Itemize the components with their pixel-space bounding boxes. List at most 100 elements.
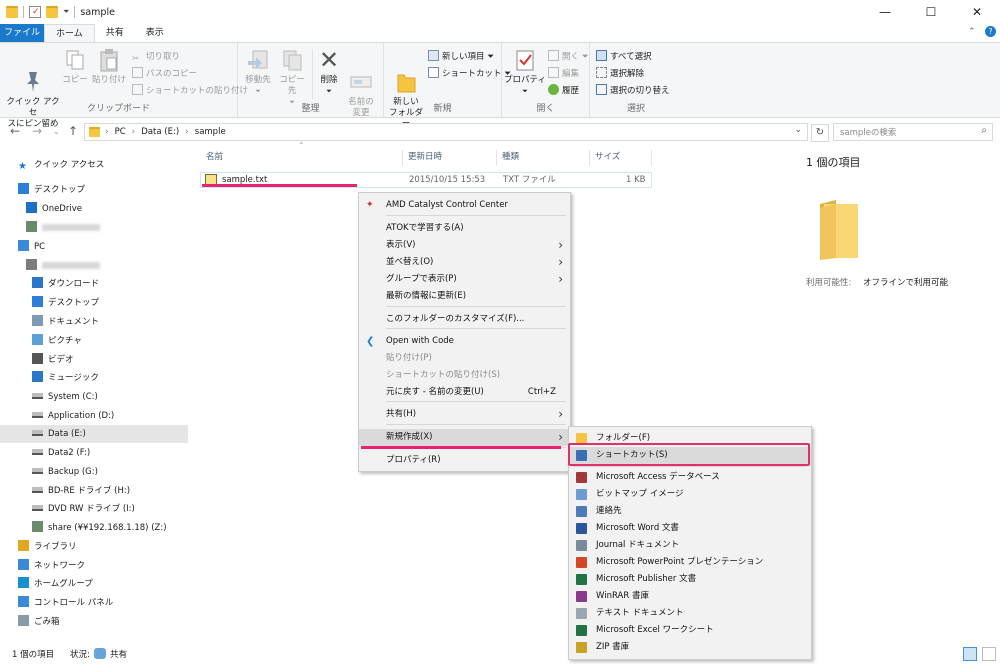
copy-path-button[interactable]: パスのコピー bbox=[132, 66, 197, 82]
large-icons-view-icon[interactable] bbox=[982, 647, 996, 661]
invert-selection-button[interactable]: 選択の切り替え bbox=[596, 83, 670, 99]
address-bar[interactable]: › PC › Data (E:) › sample ⌄ bbox=[84, 123, 808, 141]
submenu-item[interactable]: Microsoft Word 文書 bbox=[569, 520, 811, 537]
nav-item[interactable]: OneDrive bbox=[26, 200, 82, 218]
submenu-item[interactable]: WinRAR 書庫 bbox=[569, 588, 811, 605]
submenu-item[interactable]: Microsoft Publisher 文書 bbox=[569, 571, 811, 588]
context-menu-item[interactable]: グループで表示(P) › bbox=[359, 271, 570, 288]
context-menu-item[interactable]: 最新の情報に更新(E) bbox=[359, 288, 570, 305]
nav-item[interactable]: ビデオ bbox=[32, 351, 74, 369]
nav-item[interactable]: ダウンロード bbox=[32, 275, 99, 293]
nav-item[interactable]: デスクトップ bbox=[18, 181, 85, 199]
breadcrumb-data-e[interactable]: Data (E:) bbox=[141, 127, 179, 137]
select-all-button[interactable]: すべて選択 bbox=[596, 49, 652, 65]
submenu-item[interactable]: Microsoft Excel ワークシート bbox=[569, 622, 811, 639]
address-dropdown-icon[interactable]: ⌄ bbox=[794, 125, 802, 135]
column-size[interactable]: サイズ bbox=[595, 148, 620, 166]
context-menu-item[interactable]: ATOKで学習する(A) bbox=[359, 220, 570, 237]
nav-item[interactable]: ミュージック bbox=[32, 369, 99, 387]
properties-check-icon[interactable]: ✓ bbox=[29, 6, 41, 18]
recent-dropdown-icon[interactable]: ⌄ bbox=[53, 127, 60, 136]
copy-button[interactable]: コピー bbox=[62, 47, 88, 86]
properties-button[interactable]: プロパティ ⏷ bbox=[504, 47, 546, 97]
nav-item[interactable]: Backup (G:) bbox=[32, 463, 98, 481]
amd-icon: ✦ bbox=[366, 200, 374, 210]
nav-item[interactable]: コントロール パネル bbox=[18, 594, 113, 612]
help-icon[interactable]: ? bbox=[985, 26, 996, 37]
nav-item[interactable]: Data (E:) bbox=[0, 425, 188, 443]
search-icon[interactable]: ⌕ bbox=[981, 125, 987, 136]
search-box[interactable]: sampleの検索 ⌕ bbox=[833, 123, 993, 141]
context-menu-item[interactable]: このフォルダーのカスタマイズ(F)... bbox=[359, 311, 570, 328]
nav-item[interactable]: Application (D:) bbox=[32, 407, 114, 425]
select-none-button[interactable]: 選択解除 bbox=[596, 66, 644, 82]
submenu-item[interactable]: Journal ドキュメント bbox=[569, 537, 811, 554]
nav-item[interactable]: ごみ箱 bbox=[18, 613, 60, 631]
nav-item[interactable] bbox=[26, 219, 100, 237]
context-menu-item[interactable]: 貼り付け(P) bbox=[359, 350, 570, 367]
column-type[interactable]: 種類 bbox=[502, 148, 519, 166]
context-menu-item[interactable]: 元に戻す - 名前の変更(U) Ctrl+Z bbox=[359, 384, 570, 401]
cut-button[interactable]: ✂ 切り取り bbox=[132, 49, 180, 65]
details-view-icon[interactable] bbox=[963, 647, 977, 661]
submenu-item[interactable]: Microsoft PowerPoint プレゼンテーション bbox=[569, 554, 811, 571]
chevron-up-icon[interactable]: ⌃ bbox=[968, 27, 976, 37]
context-menu-item[interactable]: 新規作成(X) › bbox=[359, 429, 570, 446]
nav-item[interactable]: ネットワーク bbox=[18, 557, 85, 575]
breadcrumb-sample[interactable]: sample bbox=[195, 127, 226, 137]
nav-item[interactable]: Data2 (F:) bbox=[32, 444, 90, 462]
submenu-item[interactable]: Microsoft Access データベース bbox=[569, 469, 811, 486]
context-menu-item[interactable]: 共有(H) › bbox=[359, 406, 570, 423]
delete-button[interactable]: ✕ 削除 ⏷ bbox=[316, 47, 342, 97]
history-button[interactable]: 履歴 bbox=[548, 83, 579, 99]
nav-item[interactable]: デスクトップ bbox=[32, 294, 99, 312]
refresh-icon[interactable]: ↻ bbox=[811, 124, 829, 142]
tab-file[interactable]: ファイル bbox=[0, 24, 44, 42]
submenu-item[interactable]: 連絡先 bbox=[569, 503, 811, 520]
nav-item[interactable]: ライブラリ bbox=[18, 538, 77, 556]
column-name[interactable]: 名前 bbox=[206, 148, 223, 166]
context-menu-item[interactable]: 表示(V) › bbox=[359, 237, 570, 254]
forward-arrow-icon[interactable]: → bbox=[32, 124, 42, 138]
tab-view[interactable]: 表示 bbox=[135, 24, 175, 42]
folder-icon bbox=[89, 127, 100, 137]
copy-to-button[interactable]: コピー先 ⏷ bbox=[276, 47, 308, 108]
context-menu-item[interactable]: ✦ AMD Catalyst Control Center bbox=[359, 197, 570, 214]
nav-item[interactable]: BD-RE ドライブ (H:) bbox=[32, 482, 130, 500]
nav-item[interactable]: ドキュメント bbox=[32, 313, 99, 331]
move-to-button[interactable]: 移動先 ⏷ bbox=[242, 47, 274, 97]
context-menu-item[interactable]: ❮ Open with Code bbox=[359, 333, 570, 350]
column-date-modified[interactable]: 更新日時 bbox=[408, 148, 442, 166]
tab-home[interactable]: ホーム bbox=[44, 24, 95, 42]
nav-item[interactable]: PC bbox=[18, 238, 45, 256]
easy-access-button[interactable]: ショートカット ⏷ bbox=[428, 66, 511, 82]
customize-dropdown-icon[interactable]: ⏷ bbox=[63, 7, 69, 17]
shared-users-icon bbox=[94, 648, 106, 659]
tab-share[interactable]: 共有 bbox=[95, 24, 135, 42]
paste-button[interactable]: 貼り付け bbox=[90, 47, 128, 86]
new-item-button[interactable]: 新しい項目 ⏷ bbox=[428, 49, 494, 65]
back-arrow-icon[interactable]: ← bbox=[10, 124, 20, 138]
nav-item[interactable]: DVD RW ドライブ (I:) bbox=[32, 500, 135, 518]
breadcrumb-pc[interactable]: PC bbox=[115, 127, 126, 137]
minimize-button[interactable]: — bbox=[862, 0, 908, 24]
nav-item[interactable] bbox=[26, 257, 100, 275]
submenu-item[interactable]: ビットマップ イメージ bbox=[569, 486, 811, 503]
context-menu-item[interactable]: ショートカットの貼り付け(S) bbox=[359, 367, 570, 384]
paste-shortcut-button[interactable]: ショートカットの貼り付け bbox=[132, 83, 248, 99]
context-menu-item[interactable]: 並べ替え(O) › bbox=[359, 254, 570, 271]
open-button[interactable]: 開く ⏷ bbox=[548, 49, 589, 65]
maximize-button[interactable]: ☐ bbox=[908, 0, 954, 24]
nav-item[interactable]: ホームグループ bbox=[18, 575, 93, 593]
new-folder-icon[interactable] bbox=[46, 6, 58, 18]
nav-item[interactable]: ピクチャ bbox=[32, 332, 82, 350]
submenu-item[interactable]: テキスト ドキュメント bbox=[569, 605, 811, 622]
context-menu-item[interactable]: プロパティ(R) bbox=[359, 452, 570, 469]
nav-item[interactable]: System (C:) bbox=[32, 388, 98, 406]
up-arrow-icon[interactable]: ↑ bbox=[68, 124, 78, 138]
edit-button[interactable]: 編集 bbox=[548, 66, 579, 82]
nav-item[interactable]: share (¥¥192.168.1.18) (Z:) bbox=[32, 519, 167, 537]
video-icon bbox=[32, 353, 43, 364]
close-button[interactable]: ✕ bbox=[954, 0, 1000, 24]
nav-item[interactable]: ★ クイック アクセス bbox=[18, 156, 104, 174]
